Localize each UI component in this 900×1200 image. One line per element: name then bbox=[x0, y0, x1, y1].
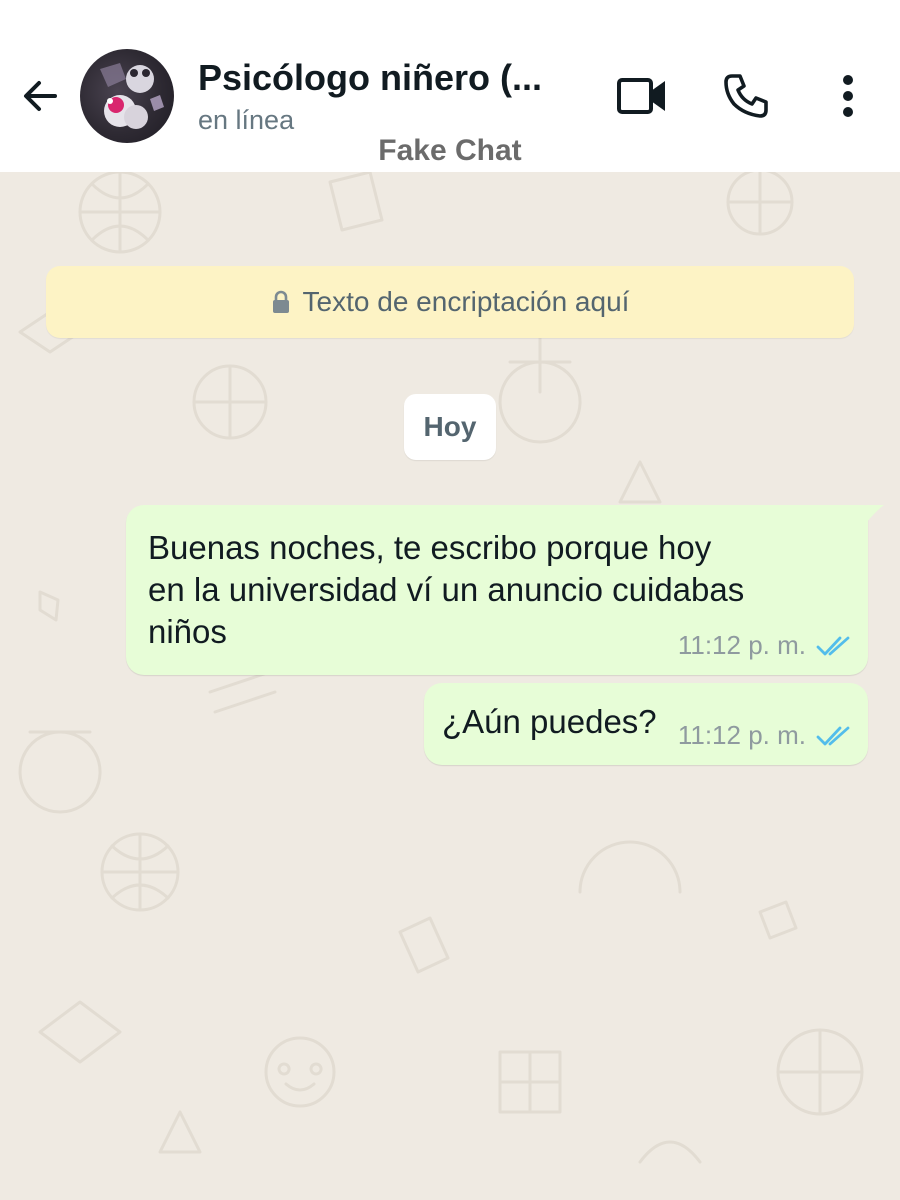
message-text: ¿Aún puedes? bbox=[442, 703, 657, 740]
lock-icon bbox=[271, 290, 291, 314]
read-ticks-icon bbox=[816, 635, 852, 657]
more-vertical-icon bbox=[842, 74, 854, 123]
date-separator: Hoy bbox=[404, 394, 496, 460]
contact-avatar[interactable] bbox=[80, 49, 174, 143]
message-meta: 11:12 p. m. bbox=[678, 630, 852, 661]
contact-name[interactable]: Psicólogo niñero (... bbox=[198, 56, 578, 100]
encryption-notice[interactable]: Texto de encriptación aquí bbox=[46, 266, 854, 338]
back-button[interactable] bbox=[16, 74, 64, 122]
encryption-text: Texto de encriptación aquí bbox=[302, 286, 630, 317]
outgoing-message[interactable]: Buenas noches, te escribo porque hoy en … bbox=[126, 505, 884, 675]
voice-call-button[interactable] bbox=[716, 68, 776, 128]
more-options-button[interactable] bbox=[826, 70, 870, 126]
bubble-tail bbox=[866, 505, 884, 530]
message-time: 11:12 p. m. bbox=[677, 630, 806, 660]
outgoing-message[interactable]: ¿Aún puedes? 11:12 p. m. bbox=[424, 683, 868, 765]
arrow-left-icon bbox=[19, 75, 61, 122]
read-ticks-icon bbox=[816, 725, 852, 747]
message-meta: 11:12 p. m. bbox=[678, 720, 852, 751]
video-call-button[interactable] bbox=[612, 70, 672, 126]
video-camera-icon bbox=[616, 76, 668, 121]
message-time: 11:12 p. m. bbox=[677, 720, 806, 750]
phone-icon bbox=[722, 72, 770, 125]
watermark-label: Fake Chat bbox=[378, 134, 522, 167]
